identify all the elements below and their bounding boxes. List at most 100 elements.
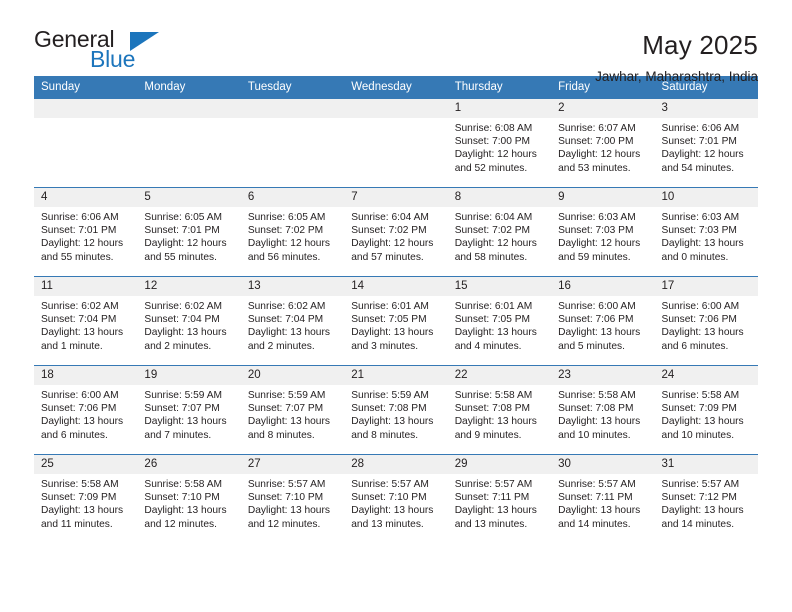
calendar-day-cell[interactable]: 29 Sunrise: 5:57 AM Sunset: 7:11 PM Dayligh…	[447, 454, 552, 544]
calendar-day-cell[interactable]: 8 Sunrise: 6:04 AM Sunset: 7:02 PM Daylight…	[447, 187, 552, 277]
sunrise-text: Sunrise: 6:06 AM	[661, 123, 740, 134]
daylight-text: and 57 minutes.	[351, 251, 424, 263]
daylight-text: Daylight: 13 hours	[144, 416, 227, 428]
sunset-text: Sunset: 7:06 PM	[661, 314, 737, 326]
calendar-page: General Blue May 2025 Jawhar, Maharashtr…	[0, 0, 792, 612]
title-block: May 2025 Jawhar, Maharashtra, India	[595, 28, 758, 85]
sunrise-text: Sunrise: 5:59 AM	[144, 390, 223, 401]
daylight-text: and 55 minutes.	[144, 251, 217, 263]
daylight-text: Daylight: 13 hours	[144, 505, 227, 517]
calendar-day-cell[interactable]: 25 Sunrise: 5:58 AM Sunset: 7:09 PM Dayligh…	[34, 454, 138, 544]
day-cell-inner: 27 Sunrise: 5:57 AM Sunset: 7:10 PM Dayligh…	[240, 455, 345, 544]
calendar-day-cell[interactable]: 23 Sunrise: 5:58 AM Sunset: 7:08 PM Dayligh…	[551, 365, 655, 455]
calendar-day-cell[interactable]: 28 Sunrise: 5:57 AM Sunset: 7:10 PM Dayligh…	[344, 454, 448, 544]
day-cell-inner: 31 Sunrise: 5:57 AM Sunset: 7:12 PM Dayligh…	[654, 455, 758, 544]
calendar-day-cell[interactable]: 16 Sunrise: 6:00 AM Sunset: 7:06 PM Dayligh…	[551, 276, 655, 366]
calendar-day-cell[interactable]: 31 Sunrise: 5:57 AM Sunset: 7:12 PM Dayligh…	[654, 454, 758, 544]
day-sun-details: Sunrise: 6:01 AM Sunset: 7:05 PM Daylight:…	[448, 296, 551, 353]
day-sun-details: Sunrise: 6:06 AM Sunset: 7:01 PM Daylight:…	[655, 118, 758, 175]
daylight-text: and 9 minutes.	[454, 429, 522, 441]
calendar-day-cell[interactable]: 5 Sunrise: 6:05 AM Sunset: 7:01 PM Daylight…	[137, 187, 241, 277]
day-number: 24	[654, 366, 758, 385]
brand-name-secondary: Blue	[90, 46, 136, 72]
daylight-text: Daylight: 13 hours	[558, 505, 641, 517]
sunset-text: Sunset: 7:11 PM	[558, 492, 633, 504]
sunset-text: Sunset: 7:08 PM	[558, 403, 634, 415]
day-cell-inner: 10 Sunrise: 6:03 AM Sunset: 7:03 PM Dayligh…	[654, 188, 758, 276]
sunrise-text: Sunrise: 6:00 AM	[41, 390, 119, 401]
daylight-text: and 10 minutes.	[661, 429, 735, 441]
calendar-day-cell[interactable]: 3 Sunrise: 6:06 AM Sunset: 7:01 PM Daylight…	[654, 98, 758, 188]
calendar-day-cell[interactable]: 2 Sunrise: 6:07 AM Sunset: 7:00 PM Daylight…	[551, 98, 655, 188]
sunset-text: Sunset: 7:03 PM	[558, 225, 634, 237]
daylight-text: Daylight: 13 hours	[454, 416, 537, 428]
day-sun-details: Sunrise: 6:01 AM Sunset: 7:05 PM Daylight:…	[344, 296, 447, 353]
daylight-text: Daylight: 13 hours	[558, 327, 641, 339]
calendar-day-cell[interactable]: 14 Sunrise: 6:01 AM Sunset: 7:05 PM Dayligh…	[344, 276, 448, 366]
day-sun-details: Sunrise: 6:05 AM Sunset: 7:01 PM Daylight:…	[137, 207, 240, 264]
daylight-text: Daylight: 13 hours	[351, 505, 434, 517]
calendar-week-row: 11 Sunrise: 6:02 AM Sunset: 7:04 PM Dayligh…	[34, 276, 758, 366]
calendar-day-cell[interactable]: 15 Sunrise: 6:01 AM Sunset: 7:05 PM Dayligh…	[447, 276, 552, 366]
daylight-text: and 14 minutes.	[661, 518, 735, 530]
day-sun-details: Sunrise: 6:04 AM Sunset: 7:02 PM Daylight:…	[344, 207, 447, 264]
day-cell-inner	[344, 99, 448, 187]
day-number: 9	[551, 188, 655, 207]
calendar-day-cell[interactable]: 7 Sunrise: 6:04 AM Sunset: 7:02 PM Daylight…	[344, 187, 448, 277]
sunset-text: Sunset: 7:00 PM	[454, 136, 531, 148]
sunrise-text: Sunrise: 6:00 AM	[661, 301, 740, 312]
day-sun-details	[241, 118, 344, 122]
day-cell-inner: 19 Sunrise: 5:59 AM Sunset: 7:07 PM Dayligh…	[137, 366, 241, 454]
calendar-day-cell[interactable]: 10 Sunrise: 6:03 AM Sunset: 7:03 PM Dayligh…	[654, 187, 758, 277]
calendar-day-cell[interactable]: 30 Sunrise: 5:57 AM Sunset: 7:11 PM Dayligh…	[551, 454, 655, 544]
day-number: 14	[344, 277, 448, 296]
calendar-day-cell[interactable]: 27 Sunrise: 5:57 AM Sunset: 7:10 PM Dayligh…	[240, 454, 345, 544]
weekday-header-monday: Monday	[137, 76, 241, 99]
day-number: 16	[551, 277, 655, 296]
daylight-text: Daylight: 12 hours	[661, 149, 744, 161]
sunset-text: Sunset: 7:05 PM	[351, 314, 427, 326]
day-number: 29	[447, 455, 552, 474]
daylight-text: Daylight: 13 hours	[661, 505, 744, 517]
sunrise-text: Sunrise: 6:02 AM	[41, 301, 119, 312]
weekday-header-sunday: Sunday	[34, 76, 138, 99]
calendar-day-cell[interactable]: 4 Sunrise: 6:06 AM Sunset: 7:01 PM Daylight…	[34, 187, 138, 277]
brand-logo[interactable]: General Blue	[34, 28, 164, 76]
day-number: 19	[137, 366, 241, 385]
calendar-day-cell[interactable]: 6 Sunrise: 6:05 AM Sunset: 7:02 PM Daylight…	[240, 187, 345, 277]
day-number: 18	[34, 366, 138, 385]
sunrise-text: Sunrise: 6:03 AM	[661, 212, 740, 223]
daylight-text: and 14 minutes.	[558, 518, 631, 530]
day-cell-inner: 7 Sunrise: 6:04 AM Sunset: 7:02 PM Daylight…	[344, 188, 448, 276]
daylight-text: and 55 minutes.	[41, 251, 114, 263]
day-sun-details: Sunrise: 5:57 AM Sunset: 7:11 PM Daylight:…	[551, 474, 654, 531]
day-sun-details: Sunrise: 6:06 AM Sunset: 7:01 PM Daylight:…	[34, 207, 137, 264]
calendar-day-cell[interactable]: 13 Sunrise: 6:02 AM Sunset: 7:04 PM Dayligh…	[240, 276, 345, 366]
calendar-day-cell[interactable]: 17 Sunrise: 6:00 AM Sunset: 7:06 PM Dayligh…	[654, 276, 758, 366]
calendar-day-cell[interactable]: 11 Sunrise: 6:02 AM Sunset: 7:04 PM Dayligh…	[34, 276, 138, 366]
sunset-text: Sunset: 7:10 PM	[144, 492, 220, 504]
calendar-day-cell[interactable]: 22 Sunrise: 5:58 AM Sunset: 7:08 PM Dayligh…	[447, 365, 552, 455]
calendar-day-cell[interactable]: 1 Sunrise: 6:08 AM Sunset: 7:00 PM Daylight…	[447, 98, 552, 188]
day-number: 13	[240, 277, 345, 296]
sunset-text: Sunset: 7:12 PM	[661, 492, 737, 504]
calendar-day-cell[interactable]: 26 Sunrise: 5:58 AM Sunset: 7:10 PM Dayligh…	[137, 454, 241, 544]
calendar-day-cell[interactable]: 19 Sunrise: 5:59 AM Sunset: 7:07 PM Dayligh…	[137, 365, 241, 455]
day-number: 15	[447, 277, 552, 296]
calendar-day-cell[interactable]: 9 Sunrise: 6:03 AM Sunset: 7:03 PM Daylight…	[551, 187, 655, 277]
sunset-text: Sunset: 7:01 PM	[661, 136, 737, 148]
calendar-day-cell[interactable]: 18 Sunrise: 6:00 AM Sunset: 7:06 PM Dayligh…	[34, 365, 138, 455]
calendar-day-cell[interactable]: 24 Sunrise: 5:58 AM Sunset: 7:09 PM Dayligh…	[654, 365, 758, 455]
calendar-day-cell[interactable]: 21 Sunrise: 5:59 AM Sunset: 7:08 PM Dayligh…	[344, 365, 448, 455]
day-cell-inner: 22 Sunrise: 5:58 AM Sunset: 7:08 PM Dayligh…	[447, 366, 552, 454]
daylight-text: Daylight: 12 hours	[41, 238, 124, 250]
sunrise-text: Sunrise: 5:58 AM	[144, 479, 223, 490]
calendar-day-cell[interactable]: 20 Sunrise: 5:59 AM Sunset: 7:07 PM Dayligh…	[240, 365, 345, 455]
calendar-body: 1 Sunrise: 6:08 AM Sunset: 7:00 PM Daylight…	[34, 98, 758, 544]
page-header: General Blue May 2025 Jawhar, Maharashtr…	[0, 0, 792, 85]
day-number: 21	[344, 366, 448, 385]
calendar-day-cell[interactable]: 12 Sunrise: 6:02 AM Sunset: 7:04 PM Dayligh…	[137, 276, 241, 366]
day-cell-inner: 15 Sunrise: 6:01 AM Sunset: 7:05 PM Dayligh…	[447, 277, 552, 365]
sunrise-text: Sunrise: 6:02 AM	[247, 301, 326, 312]
day-number: 17	[654, 277, 758, 296]
